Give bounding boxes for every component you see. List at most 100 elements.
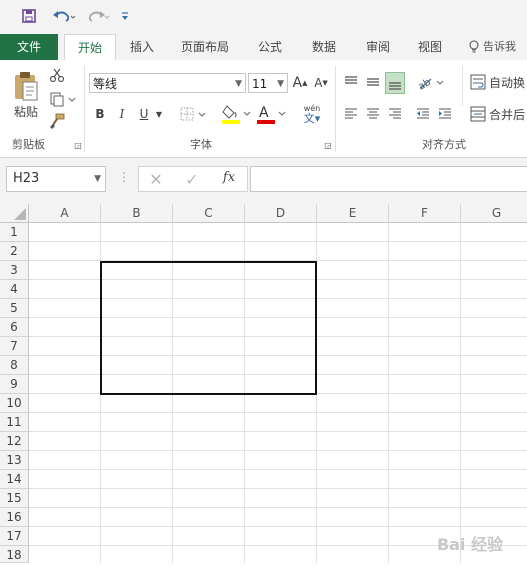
row-header[interactable]: 15 [0, 489, 29, 508]
align-bottom-icon[interactable] [385, 72, 405, 94]
quick-access-toolbar [0, 0, 527, 34]
row-header[interactable]: 18 [0, 546, 29, 563]
row-header[interactable]: 10 [0, 394, 29, 413]
row-header[interactable]: 9 [0, 375, 29, 394]
paste-icon [15, 71, 38, 100]
gridline [29, 450, 527, 451]
wrap-text-button[interactable]: 自动换 [470, 72, 527, 92]
watermark: Bai 经验 [436, 535, 503, 554]
tab-formulas[interactable]: 公式 [248, 34, 292, 60]
align-middle-icon[interactable] [364, 72, 382, 92]
paste-label: 粘贴 [13, 104, 38, 119]
align-center-icon[interactable] [364, 104, 382, 124]
merge-center-button[interactable]: 合并后 [470, 104, 527, 124]
undo-icon[interactable] [50, 6, 78, 26]
paste-button[interactable]: 粘贴 [8, 66, 44, 124]
row-header[interactable]: 13 [0, 451, 29, 470]
row-header[interactable]: 8 [0, 356, 29, 375]
insert-function-icon[interactable]: fx [218, 170, 240, 188]
tab-data[interactable]: 数据 [302, 34, 346, 60]
save-icon[interactable] [18, 6, 40, 26]
alignment-group-label: 对齐方式 [422, 138, 466, 151]
redo-icon[interactable] [84, 6, 112, 26]
tab-file[interactable]: 文件 [0, 34, 58, 60]
column-header-e[interactable]: E [317, 204, 389, 223]
clipboard-group-label: 剪贴板 [12, 138, 45, 151]
cancel-icon[interactable]: ✕ [146, 170, 166, 189]
underline-dropdown-icon[interactable]: ▼ [154, 104, 164, 124]
fill-color-icon[interactable] [220, 102, 252, 126]
row-header[interactable]: 2 [0, 242, 29, 261]
gridline [29, 431, 527, 432]
row-header[interactable]: 4 [0, 280, 29, 299]
font-launcher-icon[interactable]: ◲ [323, 140, 333, 150]
lightbulb-icon [469, 40, 479, 53]
increase-indent-icon[interactable] [436, 104, 454, 124]
formula-bar-splitter[interactable]: ⋮ [118, 170, 130, 188]
decrease-font-size-icon[interactable]: A ▼ [313, 73, 329, 93]
tab-view[interactable]: 视图 [408, 34, 452, 60]
row-header[interactable]: 3 [0, 261, 29, 280]
italic-button[interactable]: I [114, 104, 130, 124]
borders-icon[interactable] [178, 104, 208, 124]
cut-icon[interactable] [48, 66, 66, 84]
row-header[interactable]: 17 [0, 527, 29, 546]
gridline [29, 526, 527, 527]
separator [462, 66, 463, 106]
chevron-down-icon: ▼ [235, 79, 242, 89]
wrap-text-icon [470, 74, 486, 90]
bordered-range-b3-d9[interactable] [100, 261, 317, 395]
align-top-icon[interactable] [342, 72, 360, 92]
column-header-d[interactable]: D [245, 204, 317, 223]
bold-button[interactable]: B [92, 104, 108, 124]
column-header-b[interactable]: B [101, 204, 173, 223]
chevron-down-icon[interactable]: ▼ [94, 167, 101, 191]
gridline [29, 488, 527, 489]
column-header-a[interactable]: A [29, 204, 101, 223]
gridline [29, 469, 527, 470]
select-all-corner[interactable] [0, 204, 29, 223]
format-painter-icon[interactable] [48, 112, 66, 130]
tab-review[interactable]: 审阅 [356, 34, 400, 60]
column-header-g[interactable]: G [461, 204, 527, 223]
merge-center-label: 合并后 [489, 107, 526, 122]
font-color-icon[interactable]: A [255, 102, 287, 126]
copy-icon[interactable] [48, 90, 78, 108]
align-right-icon[interactable] [386, 104, 404, 124]
name-box[interactable]: H23 ▼ [6, 166, 106, 192]
font-size-combo[interactable]: 11 ▼ [248, 73, 288, 93]
align-left-icon[interactable] [342, 104, 360, 124]
font-name-combo[interactable]: 等线 ▼ [89, 73, 246, 93]
column-header-f[interactable]: F [389, 204, 461, 223]
clipboard-launcher-icon[interactable]: ◲ [73, 140, 83, 150]
enter-icon[interactable]: ✓ [182, 170, 202, 189]
tab-home[interactable]: 开始 [64, 34, 116, 62]
tell-me-label: 告诉我 [483, 40, 516, 53]
row-header[interactable]: 5 [0, 299, 29, 318]
row-header[interactable]: 1 [0, 223, 29, 242]
tab-tell-me[interactable]: 告诉我 [468, 34, 527, 60]
row-header[interactable]: 12 [0, 432, 29, 451]
row-header[interactable]: 6 [0, 318, 29, 337]
column-header-c[interactable]: C [173, 204, 245, 223]
row-header[interactable]: 7 [0, 337, 29, 356]
phonetic-guide-icon[interactable]: wén 文▾ [296, 102, 328, 126]
formula-input[interactable] [250, 166, 527, 192]
row-header[interactable]: 16 [0, 508, 29, 527]
row-header[interactable]: 14 [0, 470, 29, 489]
phonetic-glyph: 文▾ [303, 111, 321, 125]
gridline [29, 507, 527, 508]
underline-button[interactable]: U [136, 104, 152, 124]
customize-qat-icon[interactable] [118, 6, 132, 26]
name-box-value: H23 [13, 171, 40, 186]
font-group-label: 字体 [190, 138, 212, 151]
tab-page-layout[interactable]: 页面布局 [172, 34, 238, 60]
ribbon-tabs: 文件 开始 插入 页面布局 公式 数据 审阅 视图 告诉我 [0, 34, 527, 62]
orientation-icon[interactable]: ab [416, 72, 446, 92]
chevron-down-icon: ▼ [277, 79, 284, 89]
separator [84, 66, 85, 152]
row-header[interactable]: 11 [0, 413, 29, 432]
increase-font-size-icon[interactable]: A ▲ [292, 73, 308, 93]
decrease-indent-icon[interactable] [414, 104, 432, 124]
tab-insert[interactable]: 插入 [120, 34, 164, 60]
